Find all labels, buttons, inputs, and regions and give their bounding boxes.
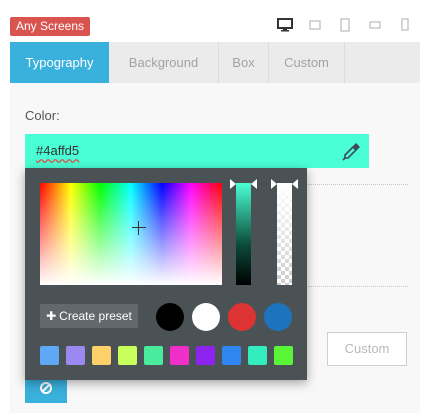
- divider: [308, 184, 408, 185]
- saturation-value-area[interactable]: [40, 183, 222, 285]
- color-label: Color:: [25, 108, 60, 123]
- palette-swatch[interactable]: [40, 346, 59, 365]
- eyedropper-icon[interactable]: [341, 140, 363, 162]
- screen-badge[interactable]: Any Screens: [10, 17, 91, 36]
- preset-color-black[interactable]: [156, 303, 184, 331]
- custom-button[interactable]: Custom: [327, 332, 407, 366]
- color-input[interactable]: #4affd5: [25, 134, 369, 168]
- plus-icon: ✚: [46, 309, 57, 323]
- tab-background[interactable]: Background: [109, 42, 219, 83]
- preset-color-red[interactable]: [228, 303, 256, 331]
- preset-color-blue[interactable]: [264, 303, 292, 331]
- tab-bar: Typography Background Box Custom: [10, 42, 420, 83]
- alpha-handle-left[interactable]: [271, 179, 277, 189]
- color-picker-popover: ✚ Create preset: [25, 168, 307, 380]
- alpha-handle-right[interactable]: [292, 179, 298, 189]
- palette-swatch[interactable]: [66, 346, 85, 365]
- picker-crosshair[interactable]: [132, 221, 146, 235]
- tab-box[interactable]: Box: [219, 42, 269, 83]
- phone-icon[interactable]: [390, 14, 420, 36]
- device-switcher: [270, 14, 420, 36]
- alpha-slider[interactable]: [277, 183, 292, 285]
- tablet-icon[interactable]: [330, 14, 360, 36]
- lightness-handle-left[interactable]: [230, 179, 236, 189]
- tab-custom[interactable]: Custom: [269, 42, 345, 83]
- lightness-handle-right[interactable]: [251, 179, 257, 189]
- tablet-landscape-icon[interactable]: [360, 14, 390, 36]
- divider: [308, 286, 408, 287]
- desktop-icon[interactable]: [270, 14, 300, 36]
- ban-icon: [40, 382, 52, 394]
- palette-swatch[interactable]: [118, 346, 137, 365]
- palette-swatch[interactable]: [144, 346, 163, 365]
- palette-swatch[interactable]: [222, 346, 241, 365]
- palette-swatch[interactable]: [92, 346, 111, 365]
- palette-swatch[interactable]: [248, 346, 267, 365]
- palette-swatch[interactable]: [170, 346, 189, 365]
- palette-swatch[interactable]: [274, 346, 293, 365]
- create-preset-button[interactable]: ✚ Create preset: [40, 304, 138, 328]
- palette-swatch[interactable]: [196, 346, 215, 365]
- swatch-palette: [40, 346, 293, 365]
- top-bar: Any Screens: [0, 0, 430, 42]
- tab-typography[interactable]: Typography: [10, 42, 109, 83]
- lightness-slider[interactable]: [236, 183, 251, 285]
- color-value: #4affd5: [36, 143, 80, 158]
- preset-color-white[interactable]: [192, 303, 220, 331]
- laptop-icon[interactable]: [300, 14, 330, 36]
